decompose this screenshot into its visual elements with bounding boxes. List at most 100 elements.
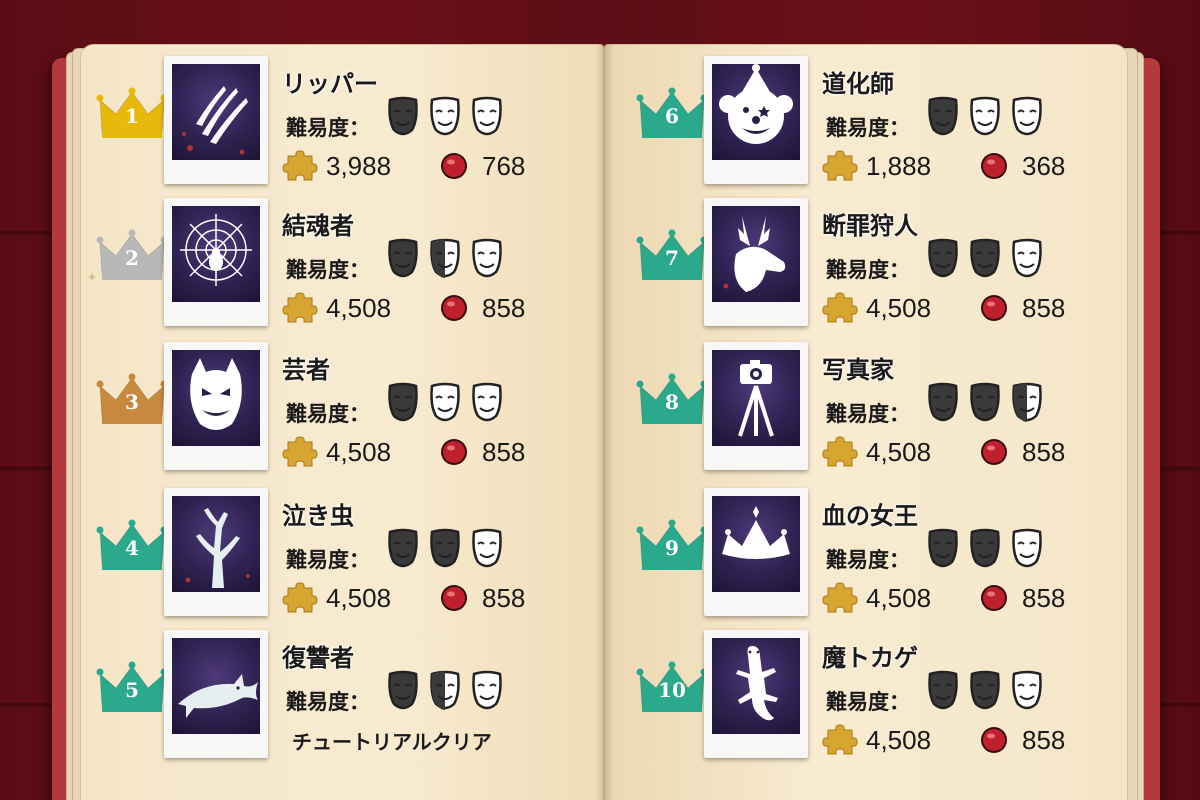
character-entry[interactable]: 2 結魂者 難易度： 4,508 858 [96, 198, 566, 338]
difficulty-mask-icon [386, 670, 420, 712]
shark-icon [172, 638, 260, 734]
character-entry[interactable]: 3 芸者 難易度： 4,508 858 [96, 342, 566, 482]
difficulty-mask-icon [386, 238, 420, 280]
puzzle-count: 4,508 [866, 724, 932, 755]
rank-number: 4 [125, 536, 139, 560]
rank-number: 7 [665, 246, 679, 270]
difficulty-mask-icon [1010, 96, 1044, 138]
rank-number: 3 [125, 390, 139, 414]
ruby-count: 368 [1022, 150, 1066, 181]
reward-stats: 4,508 858 [822, 580, 1065, 616]
ruby-gem-icon [980, 584, 1008, 612]
difficulty-rating [926, 96, 1044, 138]
rank-crown-icon: 2 [96, 228, 168, 284]
difficulty-label: 難易度： [826, 258, 910, 282]
difficulty-mask-icon [386, 96, 420, 138]
difficulty-mask-icon [428, 382, 462, 424]
difficulty-mask-icon [1010, 238, 1044, 280]
reward-stats: 4,508 858 [822, 434, 1065, 470]
rank-crown-icon: 8 [636, 372, 708, 428]
ruby-gem-icon [980, 726, 1008, 754]
ruby-count: 858 [482, 436, 526, 467]
character-portrait[interactable] [164, 342, 268, 470]
reward-stats: 3,988 768 [282, 148, 525, 184]
difficulty-label: 難易度： [286, 690, 370, 714]
character-portrait[interactable] [164, 488, 268, 616]
character-portrait[interactable] [164, 198, 268, 326]
character-entry[interactable]: 8 写真家 難易度： 4,508 858 [636, 342, 1106, 482]
difficulty-mask-icon [428, 670, 462, 712]
character-entry[interactable]: 5 復讐者 難易度： チュートリアルクリア [96, 630, 566, 770]
reward-stats: 4,508 858 [282, 580, 525, 616]
character-name: 断罪狩人 [822, 212, 918, 240]
ruby-gem-icon [980, 294, 1008, 322]
ruby-count: 768 [482, 150, 526, 181]
puzzle-count: 4,508 [866, 292, 932, 323]
puzzle-piece-icon [822, 434, 858, 470]
character-portrait[interactable] [704, 342, 808, 470]
character-portrait[interactable] [704, 630, 808, 758]
ruby-count: 858 [482, 582, 526, 613]
rank-number: 10 [658, 678, 686, 702]
difficulty-mask-icon [968, 96, 1002, 138]
sparkle-icon: ✦ [86, 270, 98, 286]
puzzle-piece-icon [282, 290, 318, 326]
character-portrait[interactable] [164, 630, 268, 758]
rank-number: 8 [665, 390, 679, 414]
puzzle-piece-icon [282, 580, 318, 616]
puzzle-count: 3,988 [326, 150, 392, 181]
hannya-mask-icon [172, 350, 260, 446]
deer-head-icon [712, 206, 800, 302]
ruby-gem-icon [980, 438, 1008, 466]
difficulty-mask-icon [926, 238, 960, 280]
character-portrait[interactable] [704, 198, 808, 326]
puzzle-count: 4,508 [326, 436, 392, 467]
puzzle-count: 1,888 [866, 150, 932, 181]
difficulty-mask-icon [1010, 670, 1044, 712]
clown-face-icon [712, 64, 800, 160]
character-name: 血の女王 [822, 502, 918, 530]
puzzle-piece-icon [822, 722, 858, 758]
character-portrait[interactable] [704, 488, 808, 616]
character-entry[interactable]: 7 断罪狩人 難易度： 4,508 858 [636, 198, 1106, 338]
puzzle-piece-icon [822, 580, 858, 616]
difficulty-rating [926, 528, 1044, 570]
difficulty-mask-icon [428, 238, 462, 280]
difficulty-mask-icon [470, 528, 504, 570]
rank-crown-icon: 6 [636, 86, 708, 142]
character-name: 復讐者 [282, 644, 354, 672]
character-entry[interactable]: 9 血の女王 難易度： 4,508 858 [636, 488, 1106, 628]
clear-status: チュートリアルクリア [292, 730, 492, 754]
difficulty-rating [926, 238, 1044, 280]
rank-crown-icon: 7 [636, 228, 708, 284]
puzzle-count: 4,508 [866, 436, 932, 467]
difficulty-label: 難易度： [826, 548, 910, 572]
difficulty-mask-icon [968, 528, 1002, 570]
reward-stats: 4,508 858 [822, 722, 1065, 758]
ruby-count: 858 [1022, 582, 1066, 613]
rank-crown-icon: 10 [636, 660, 708, 716]
character-name: リッパー [282, 70, 378, 98]
character-entry[interactable]: 1 リッパー 難易度： 3,988 768 [96, 56, 566, 196]
difficulty-label: 難易度： [286, 258, 370, 282]
ruby-gem-icon [440, 584, 468, 612]
character-name: 道化師 [822, 70, 894, 98]
difficulty-mask-icon [428, 96, 462, 138]
puzzle-piece-icon [282, 434, 318, 470]
puzzle-count: 4,508 [326, 582, 392, 613]
character-entry[interactable]: 10 魔トカゲ 難易度： 4,508 858 [636, 630, 1106, 770]
difficulty-mask-icon [386, 528, 420, 570]
difficulty-rating [386, 238, 504, 280]
character-portrait[interactable] [704, 56, 808, 184]
difficulty-rating [926, 382, 1044, 424]
puzzle-count: 4,508 [326, 292, 392, 323]
difficulty-mask-icon [1010, 382, 1044, 424]
difficulty-label: 難易度： [826, 116, 910, 140]
character-name: 魔トカゲ [822, 644, 918, 672]
character-entry[interactable]: 4 泣き虫 難易度： 4,508 858 [96, 488, 566, 628]
difficulty-mask-icon [968, 670, 1002, 712]
character-portrait[interactable] [164, 56, 268, 184]
ruby-gem-icon [440, 152, 468, 180]
difficulty-rating [386, 96, 504, 138]
character-entry[interactable]: 6 道化師難易度： 1,888 368 [636, 56, 1106, 196]
